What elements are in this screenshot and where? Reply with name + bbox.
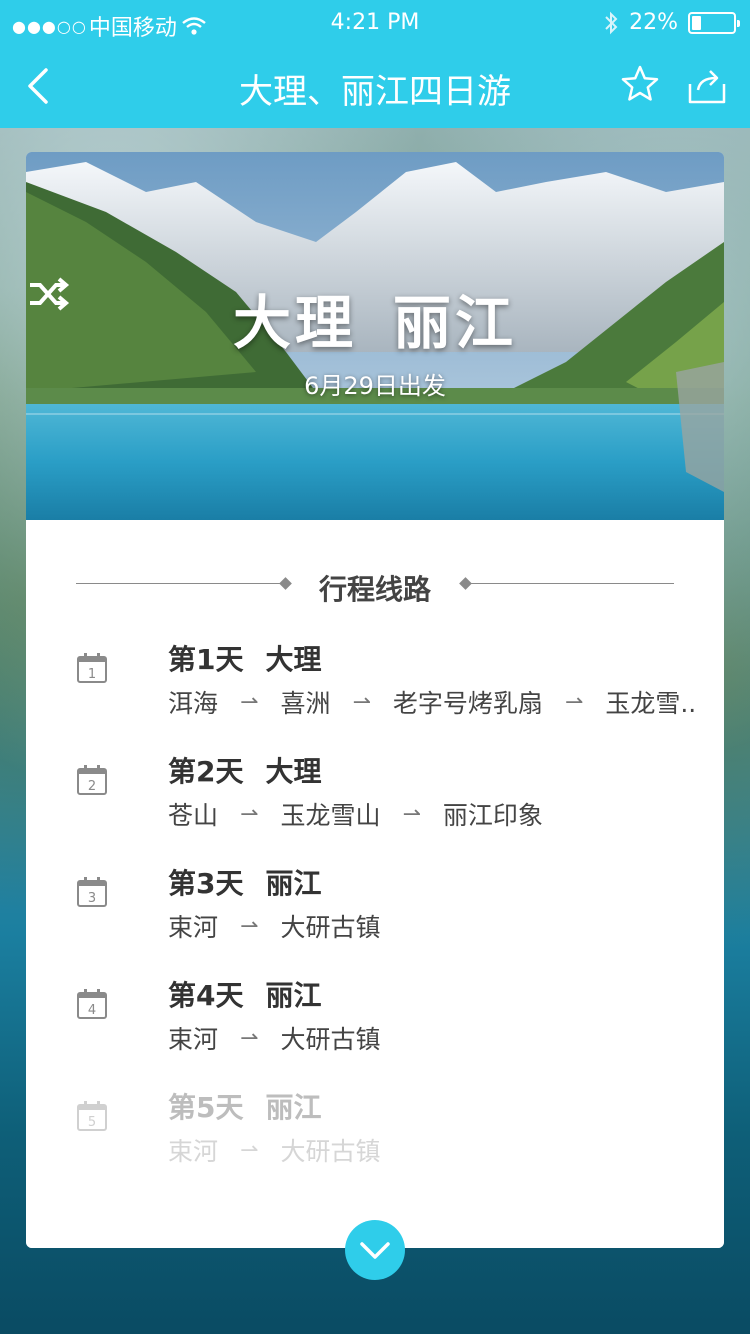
day-city: 大理 <box>265 755 322 788</box>
day-label: 第1天 <box>168 643 244 676</box>
day-route: 洱海 ⇀ 喜洲 ⇀ 老字号烤乳扇 ⇀ 玉龙雪... <box>168 684 698 720</box>
calendar-icon: 5 <box>77 1101 107 1131</box>
calendar-icon: 2 <box>77 765 107 795</box>
day-label: 第5天 <box>168 1091 244 1124</box>
day-route: 苍山 ⇀ 玉龙雪山 ⇀ 丽江印象 <box>168 796 698 832</box>
route-stop: 玉龙雪... <box>605 689 698 718</box>
day-label: 第4天 <box>168 979 244 1012</box>
divider-line-right <box>468 583 674 584</box>
route-stop: 老字号烤乳扇 <box>392 689 543 718</box>
day-title: 第3天 丽江 <box>168 862 322 902</box>
hero-banner-image: 大理 丽江 6月29日出发 <box>26 152 724 520</box>
itinerary-card: 大理 丽江 6月29日出发 行程线路 1 第1天 大理 洱海 ⇀ 喜洲 ⇀ 老字号烤乳扇 ⇀ 玉龙… <box>26 152 724 1248</box>
shuffle-arrow-icon <box>30 277 70 311</box>
day-item[interactable]: 5 第5天 丽江束河 ⇀ 大研古镇 <box>26 1086 724 1194</box>
bluetooth-icon <box>605 11 618 34</box>
expand-down-button[interactable] <box>345 1220 405 1280</box>
day-city: 丽江 <box>265 1091 322 1124</box>
day-item[interactable]: 3 第3天 丽江束河 ⇀ 大研古镇 <box>26 862 724 970</box>
calendar-icon: 3 <box>77 877 107 907</box>
route-stop: 苍山 <box>168 801 219 830</box>
route-stop: 大研古镇 <box>280 1025 381 1054</box>
calendar-day-number: 1 <box>88 667 96 682</box>
day-city: 大理 <box>265 643 322 676</box>
route-stop: 大研古镇 <box>280 913 381 942</box>
route-stop: 喜洲 <box>280 689 331 718</box>
day-route: 束河 ⇀ 大研古镇 <box>168 1020 698 1056</box>
route-arrow-icon: ⇀ <box>564 689 584 715</box>
share-icon[interactable] <box>686 66 728 106</box>
route-arrow-icon: ⇀ <box>240 913 259 939</box>
day-city: 丽江 <box>265 979 322 1012</box>
day-label: 第2天 <box>168 755 244 788</box>
section-header: 行程线路 <box>76 556 674 612</box>
day-label: 第3天 <box>168 867 244 900</box>
route-title: 大理 丽江 <box>26 276 724 360</box>
route-stop: 玉龙雪山 <box>280 801 381 830</box>
section-title: 行程线路 <box>318 573 431 606</box>
departure-date: 6月29日出发 <box>304 372 446 400</box>
route-stop: 束河 <box>168 1137 219 1166</box>
status-bar: ●●●○○ 中国移动 4:21 PM 22% <box>0 0 750 48</box>
day-route: 束河 ⇀ 大研古镇 <box>168 1132 698 1168</box>
route-arrow-icon: ⇀ <box>240 1137 259 1163</box>
status-right: 22% <box>603 10 740 35</box>
day-route: 束河 ⇀ 大研古镇 <box>168 908 698 944</box>
battery-icon <box>688 11 740 34</box>
day-title: 第5天 丽江 <box>168 1086 322 1126</box>
day-item[interactable]: 2 第2天 大理苍山 ⇀ 玉龙雪山 ⇀ 丽江印象 <box>26 750 724 858</box>
navigation-bar: 大理、丽江四日游 <box>0 48 750 128</box>
calendar-day-number: 5 <box>88 1115 96 1130</box>
day-item[interactable]: 1 第1天 大理洱海 ⇀ 喜洲 ⇀ 老字号烤乳扇 ⇀ 玉龙雪... <box>26 638 724 746</box>
calendar-icon: 4 <box>77 989 107 1019</box>
day-title: 第1天 大理 <box>168 638 322 678</box>
day-city: 丽江 <box>265 867 322 900</box>
day-title: 第2天 大理 <box>168 750 322 790</box>
battery-fill <box>692 15 701 30</box>
origin-city: 大理 <box>232 289 357 357</box>
battery-percent: 22% <box>629 10 678 35</box>
route-stop: 束河 <box>168 1025 219 1054</box>
day-title: 第4天 丽江 <box>168 974 322 1014</box>
day-item[interactable]: 4 第4天 丽江束河 ⇀ 大研古镇 <box>26 974 724 1082</box>
calendar-day-number: 3 <box>88 891 96 906</box>
destination-city: 丽江 <box>393 289 518 357</box>
route-stop: 束河 <box>168 913 219 942</box>
route-stop: 洱海 <box>168 689 219 718</box>
calendar-day-number: 4 <box>88 1003 96 1018</box>
calendar-icon: 1 <box>77 653 107 683</box>
route-arrow-icon: ⇀ <box>240 1025 259 1051</box>
chevron-down-icon <box>360 1242 390 1259</box>
calendar-day-number: 2 <box>88 779 96 794</box>
route-stop: 丽江印象 <box>442 801 543 830</box>
route-stop: 大研古镇 <box>280 1137 381 1166</box>
route-arrow-icon: ⇀ <box>240 801 259 827</box>
route-arrow-icon: ⇀ <box>402 801 421 827</box>
favorite-star-icon[interactable] <box>620 64 660 104</box>
route-arrow-icon: ⇀ <box>352 689 371 715</box>
route-arrow-icon: ⇀ <box>240 689 259 715</box>
